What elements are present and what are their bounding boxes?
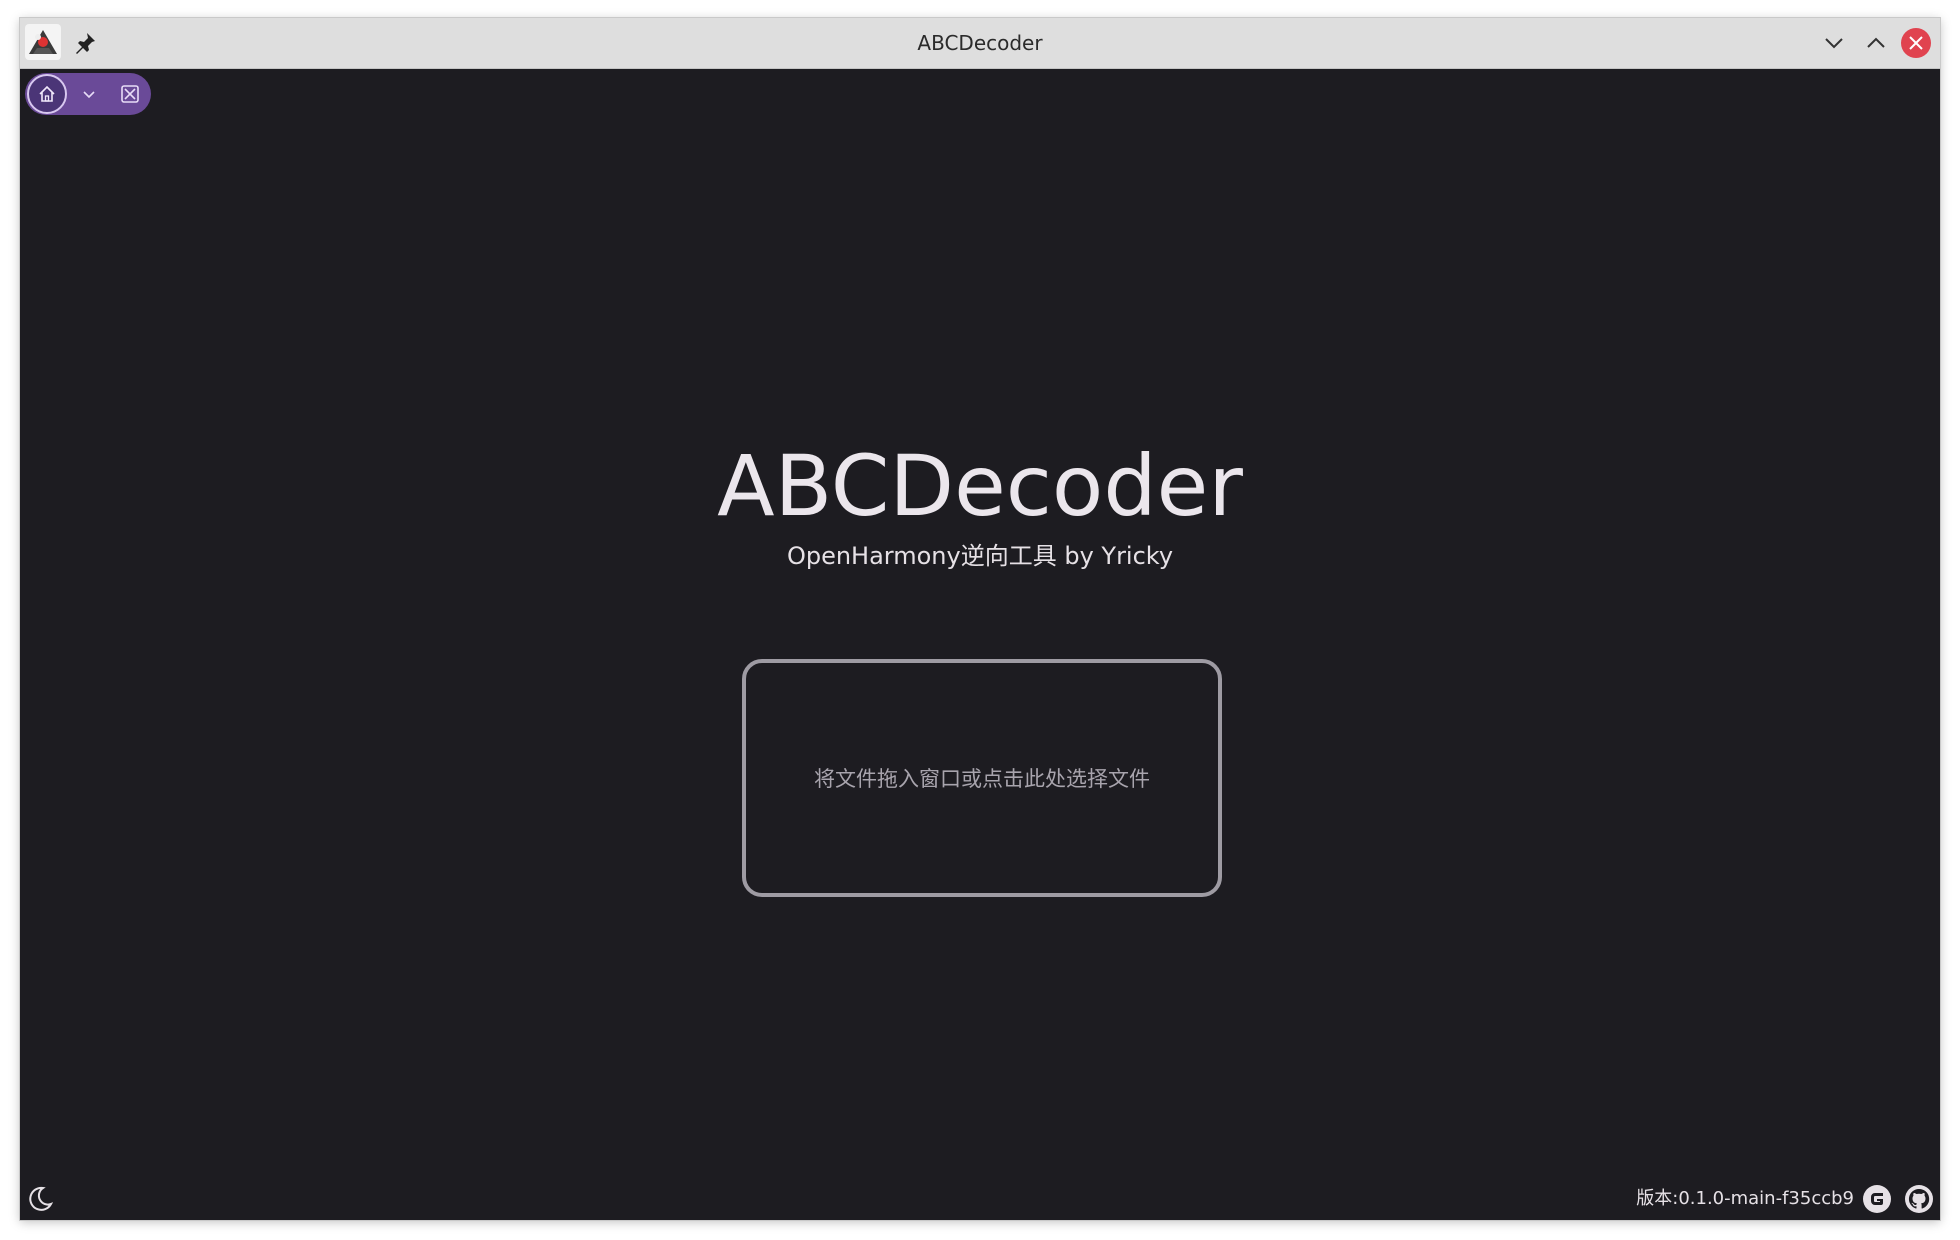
chevron-down-icon[interactable] (79, 84, 99, 104)
version-label: 版本:0.1.0-main-f35ccb9 (1636, 1188, 1854, 1209)
drop-zone-label: 将文件拖入窗口或点击此处选择文件 (814, 767, 1150, 791)
home-icon (39, 85, 55, 102)
moon-icon[interactable] (25, 1184, 55, 1214)
app-window: ABCDecoder ABCDecoder OpenHarmony逆向工具 by… (20, 18, 1940, 1220)
home-button[interactable] (27, 74, 67, 114)
github-icon[interactable] (1904, 1184, 1934, 1214)
title-bar[interactable]: ABCDecoder (20, 18, 1940, 69)
close-box-icon[interactable] (120, 84, 140, 104)
minimize-button[interactable] (1818, 27, 1850, 59)
gitee-icon[interactable] (1862, 1184, 1892, 1214)
page-subtitle: OpenHarmony逆向工具 by Yricky (786, 542, 1174, 570)
page-title: ABCDecoder (717, 437, 1243, 535)
maximize-button[interactable] (1860, 27, 1892, 59)
tab-pill (25, 73, 151, 115)
window-title: ABCDecoder (917, 31, 1043, 55)
file-drop-zone[interactable]: 将文件拖入窗口或点击此处选择文件 (742, 659, 1222, 897)
close-button[interactable] (1900, 27, 1932, 59)
